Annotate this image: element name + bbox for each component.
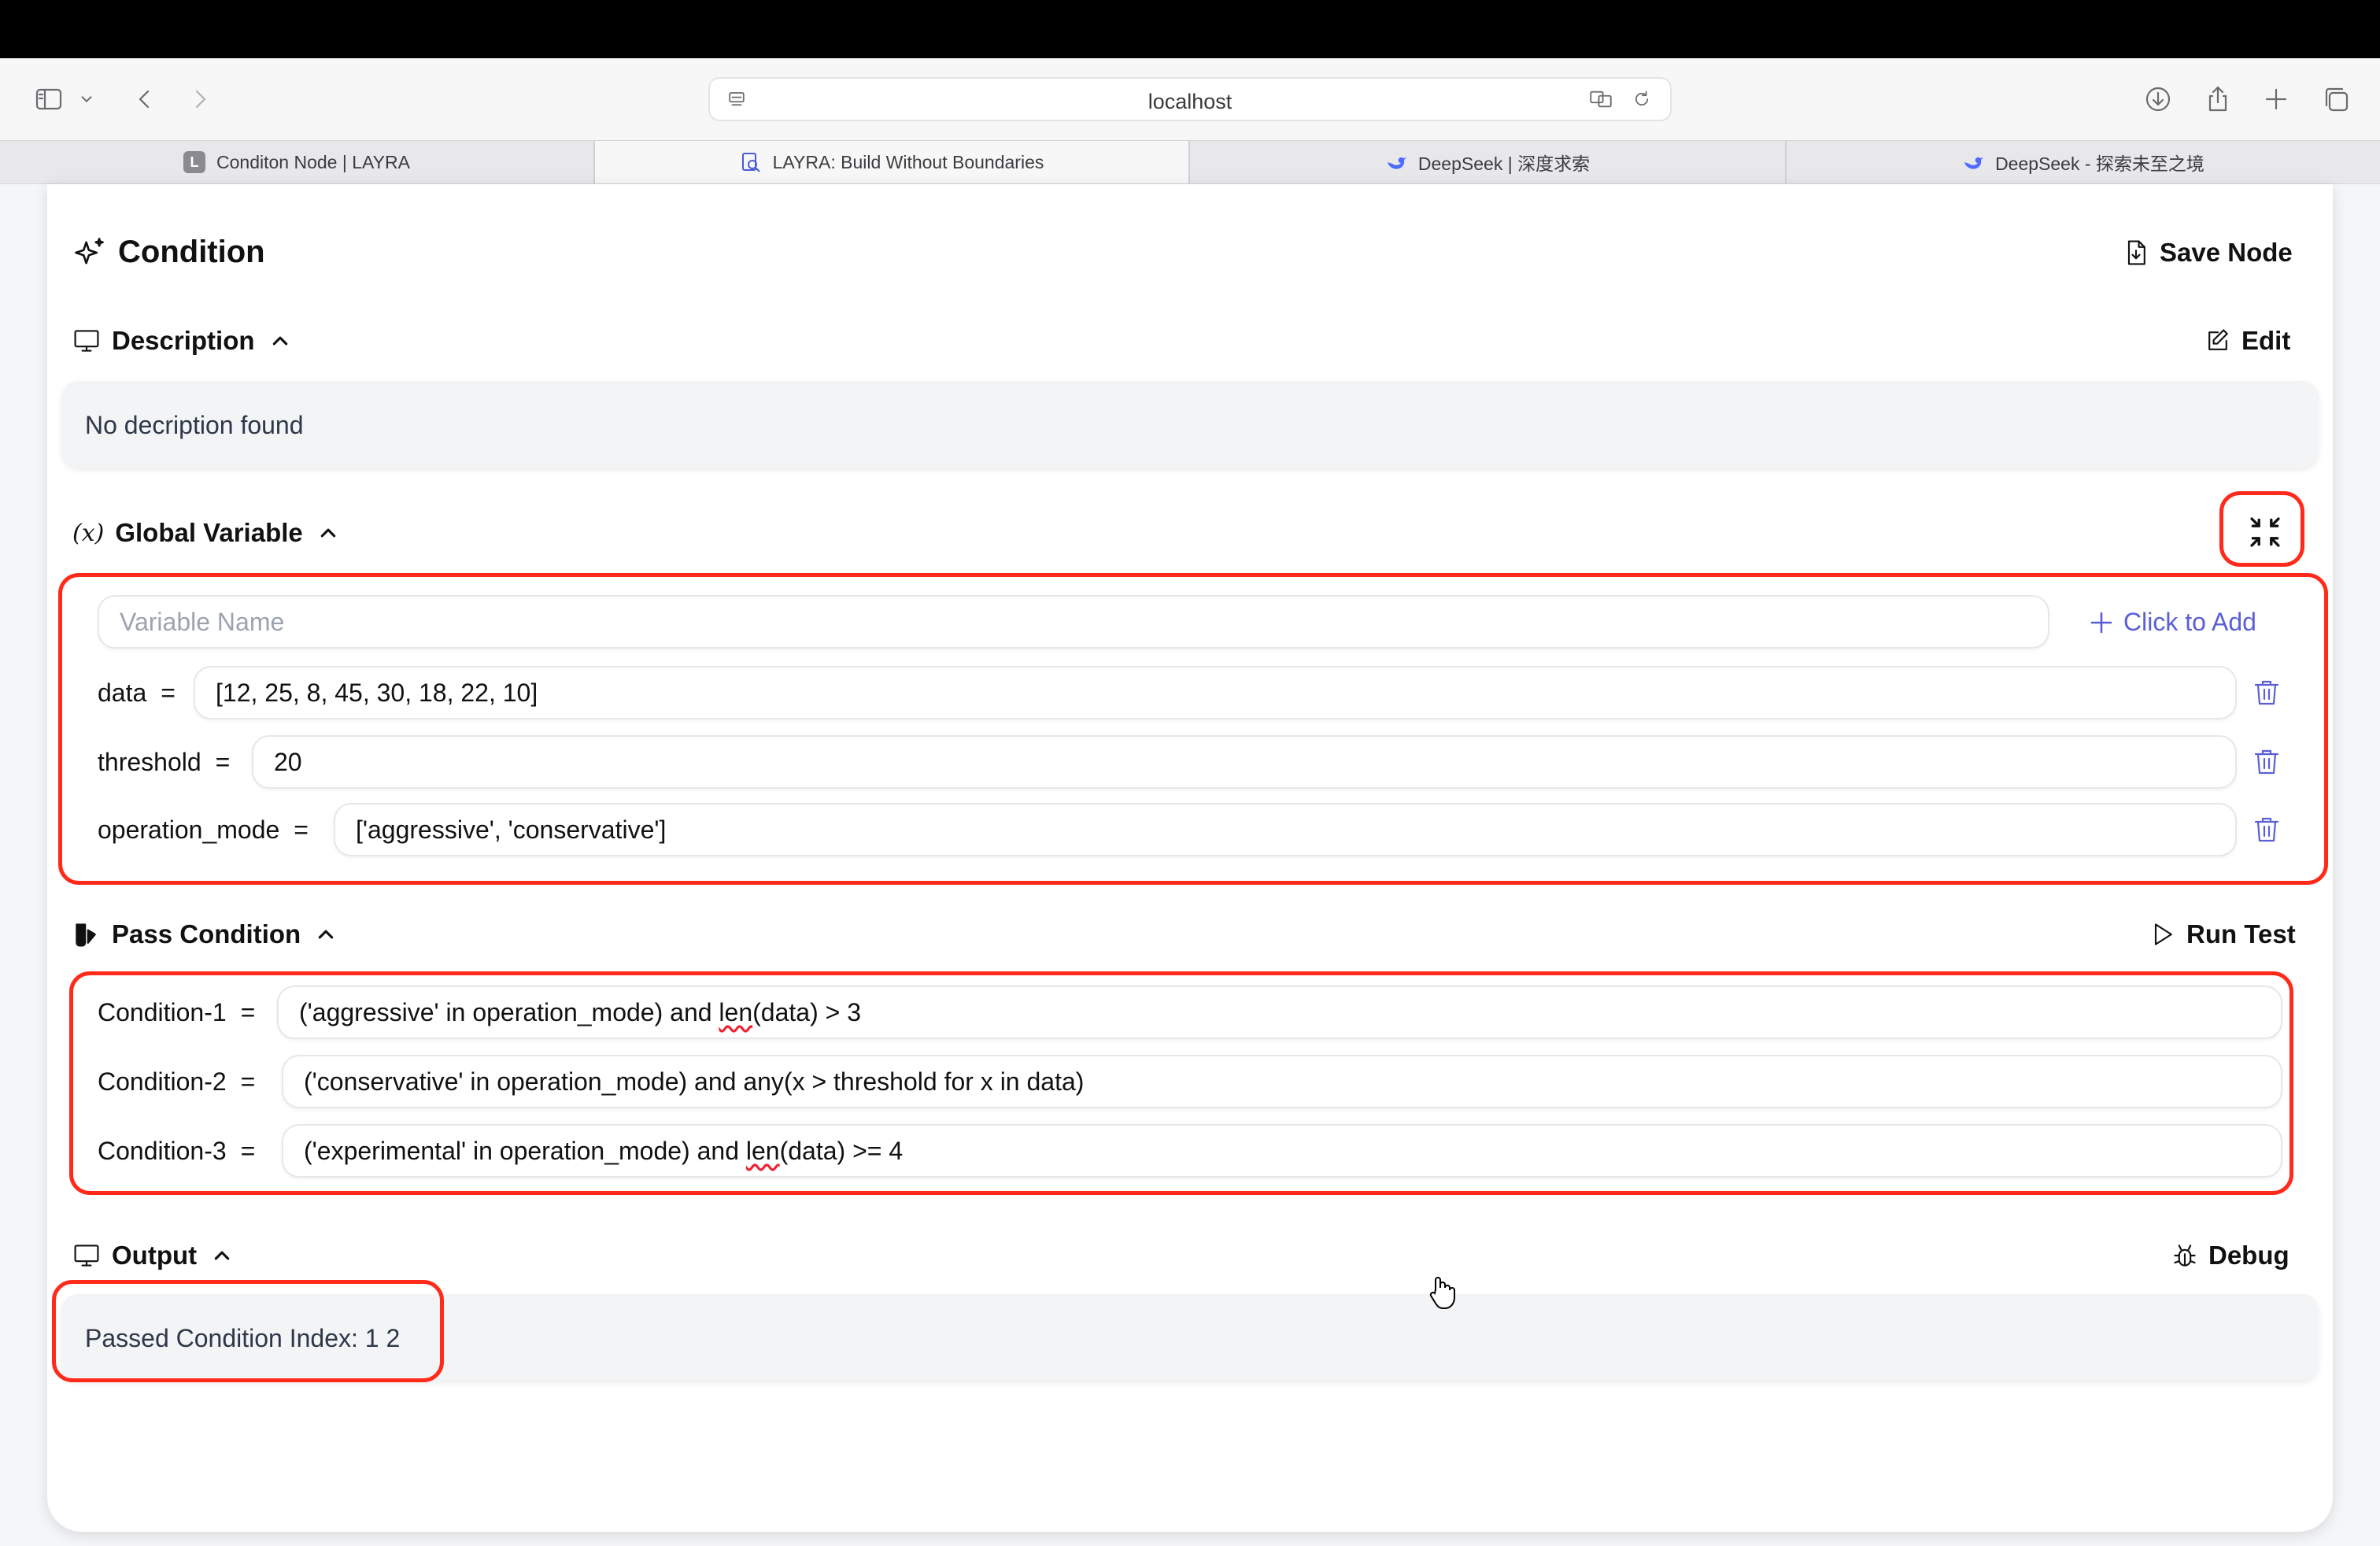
tab-label: Conditon Node | LAYRA xyxy=(216,151,410,172)
browser-tab-3[interactable]: DeepSeek | 深度求索 xyxy=(1190,141,1787,183)
edit-icon xyxy=(2208,329,2228,350)
pass-condition-title: Pass Condition xyxy=(112,919,301,949)
description-header[interactable]: Description xyxy=(72,326,294,356)
chevron-down-icon[interactable] xyxy=(72,77,101,121)
pass-condition-header[interactable]: Pass Condition xyxy=(72,919,340,949)
debug-button[interactable]: Debug xyxy=(2171,1241,2289,1270)
edit-button[interactable]: Edit xyxy=(2204,326,2290,356)
tab-label: LAYRA: Build Without Boundaries xyxy=(772,151,1044,172)
highlight-variables xyxy=(58,573,2328,885)
translate-icon[interactable] xyxy=(1579,77,1623,121)
file-download-icon xyxy=(2127,240,2145,265)
browser-toolbar: localhost xyxy=(0,58,2380,140)
node-header: Condition xyxy=(72,235,265,270)
highlight-conditions xyxy=(69,971,2293,1195)
edit-label: Edit xyxy=(2241,326,2291,355)
address-bar[interactable]: localhost xyxy=(708,77,1672,121)
hand-cursor-icon xyxy=(1428,1275,1456,1310)
node-title: Condition xyxy=(118,235,265,269)
chevron-up-icon[interactable] xyxy=(266,327,294,355)
downloads-icon[interactable] xyxy=(2136,77,2180,121)
tab-strip: L Conditon Node | LAYRA LAYRA: Build Wit… xyxy=(0,140,2380,184)
play-icon xyxy=(2154,923,2172,945)
chevron-up-icon[interactable] xyxy=(312,920,340,949)
save-node-button[interactable]: Save Node xyxy=(2122,238,2293,268)
bug-icon xyxy=(2174,1245,2196,1267)
sidebar-toggle-icon[interactable] xyxy=(27,77,71,121)
tab-label: DeepSeek - 探索未至之境 xyxy=(1995,153,2204,174)
monitor-icon xyxy=(74,1245,99,1267)
highlight-collapse xyxy=(2219,491,2304,567)
whale-icon xyxy=(1385,151,1407,173)
layra-favicon-icon: L xyxy=(183,151,206,173)
reload-icon[interactable] xyxy=(1620,77,1664,121)
screen-top-bar xyxy=(0,0,2380,58)
global-variable-title: Global Variable xyxy=(115,518,303,547)
debug-label: Debug xyxy=(2208,1241,2289,1270)
chevron-up-icon[interactable] xyxy=(208,1241,236,1270)
sparkles-icon xyxy=(75,237,104,264)
output-header[interactable]: Output xyxy=(72,1241,236,1270)
tab-label: DeepSeek | 深度求索 xyxy=(1417,153,1591,174)
run-test-button[interactable]: Run Test xyxy=(2149,919,2296,949)
description-text: No decription found xyxy=(85,411,304,439)
flask-icon xyxy=(76,923,96,947)
back-icon[interactable] xyxy=(123,77,167,121)
variable-icon: (𝑥) xyxy=(72,519,105,547)
forward-icon[interactable] xyxy=(178,77,222,121)
doc-search-icon xyxy=(740,151,762,173)
global-variable-header[interactable]: (𝑥) Global Variable xyxy=(72,518,342,548)
whale-icon xyxy=(1962,151,1984,173)
output-title: Output xyxy=(112,1241,198,1270)
monitor-icon xyxy=(74,330,99,352)
save-node-label: Save Node xyxy=(2160,238,2293,267)
new-tab-icon[interactable] xyxy=(2254,77,2298,121)
highlight-output xyxy=(52,1280,444,1382)
description-box xyxy=(61,381,2319,468)
browser-tab-2[interactable]: LAYRA: Build Without Boundaries xyxy=(595,141,1190,183)
chevron-up-icon[interactable] xyxy=(314,519,342,547)
share-icon[interactable] xyxy=(2196,77,2240,121)
url-text: localhost xyxy=(1148,90,1232,113)
run-test-label: Run Test xyxy=(2186,919,2296,949)
browser-tab-4[interactable]: DeepSeek - 探索未至之境 xyxy=(1787,141,2380,183)
browser-tab-1[interactable]: L Conditon Node | LAYRA xyxy=(0,141,595,183)
tab-overview-icon[interactable] xyxy=(2314,77,2358,121)
description-title: Description xyxy=(112,326,255,355)
